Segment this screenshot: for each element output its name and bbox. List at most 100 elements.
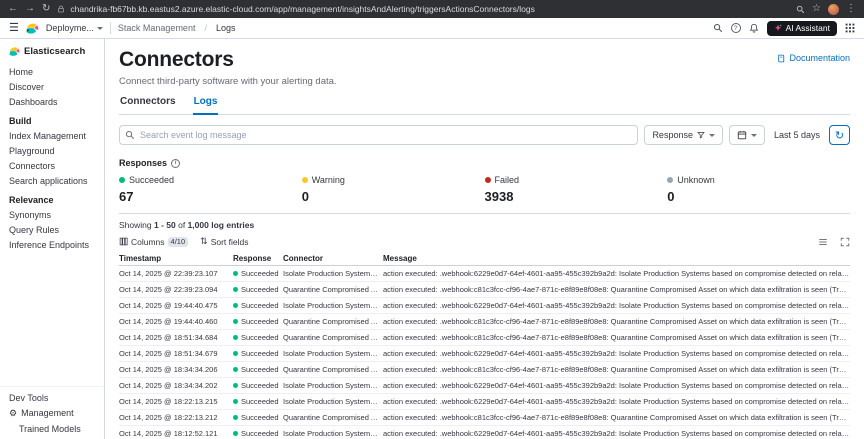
columns-count-badge: 4/10 xyxy=(167,236,189,247)
refresh-button[interactable]: ↻ xyxy=(829,125,850,145)
table-row[interactable]: Oct 14, 2025 @ 18:51:34.684 Succeeded Qu… xyxy=(119,330,850,346)
sidebar-item[interactable]: Home xyxy=(0,64,104,79)
cell-message: action executed: .webhook:6229e0d7-64ef-… xyxy=(383,429,850,438)
cell-response: Succeeded xyxy=(233,333,279,342)
search-icon[interactable] xyxy=(713,23,723,33)
search-input[interactable] xyxy=(119,125,639,145)
cell-message: action executed: .webhook:c81c3fcc-cf96-… xyxy=(383,317,850,326)
table-row[interactable]: Oct 14, 2025 @ 18:12:52.121 Succeeded Is… xyxy=(119,426,850,439)
sidebar-item[interactable]: Discover xyxy=(0,79,104,94)
status-dot xyxy=(301,177,308,183)
display-density-icon[interactable] xyxy=(818,237,828,247)
stat-value: 0 xyxy=(667,189,675,204)
full-screen-icon[interactable] xyxy=(840,237,850,247)
cell-timestamp: Oct 14, 2025 @ 18:22:13.215 xyxy=(119,397,218,406)
deployment-switcher[interactable]: Deployme... xyxy=(46,23,103,33)
stat-label: Failed xyxy=(494,175,520,185)
table-row[interactable]: Oct 14, 2025 @ 22:39:23.107 Succeeded Is… xyxy=(119,266,850,282)
chevron-down-icon xyxy=(96,26,103,30)
browser-menu-icon[interactable]: ⋮ xyxy=(846,4,856,14)
tab-connectors[interactable]: Connectors xyxy=(119,96,177,114)
col-header-connector[interactable]: Connector xyxy=(283,254,379,263)
table-row[interactable]: Oct 14, 2025 @ 18:34:34.202 Succeeded Is… xyxy=(119,378,850,394)
sidebar-item-dev-tools[interactable]: Dev Tools xyxy=(0,390,104,405)
sidebar-item[interactable]: Dashboards xyxy=(0,94,104,109)
date-picker-button[interactable] xyxy=(728,125,765,145)
screen: ← → ↻ chandrika-fb67bb.kb.eastus2.azure.… xyxy=(0,0,864,439)
table-row[interactable]: Oct 14, 2025 @ 18:34:34.206 Succeeded Qu… xyxy=(119,362,850,378)
sidebar-item[interactable]: Inference Endpoints xyxy=(0,237,104,252)
sidebar-footer: Dev Tools ⚙ Management Trained Models xyxy=(0,386,104,436)
chevron-down-icon xyxy=(750,133,757,137)
stat-value: 67 xyxy=(119,189,134,204)
elasticsearch-logo xyxy=(9,47,20,56)
sort-fields-button[interactable]: ⇅ Sort fields xyxy=(200,236,248,247)
cell-message: action executed: .webhook:6229e0d7-64ef-… xyxy=(383,397,850,406)
sidebar-item-trained-models[interactable]: Trained Models xyxy=(0,421,104,436)
breadcrumb-stack-management[interactable]: Stack Management xyxy=(118,23,196,33)
sort-icon: ⇅ xyxy=(200,236,208,246)
table-row[interactable]: Oct 14, 2025 @ 18:22:13.212 Succeeded Qu… xyxy=(119,410,850,426)
cell-connector: Quarantine Compromised Asset xyxy=(283,413,379,422)
filter-bar: Response Last 5 days ↻ xyxy=(119,125,850,145)
documentation-link[interactable]: Documentation xyxy=(777,53,850,63)
cell-response: Succeeded xyxy=(233,301,279,310)
bookmark-star-icon[interactable]: ☆ xyxy=(812,4,821,14)
cell-message: action executed: .webhook:6229e0d7-64ef-… xyxy=(383,269,850,278)
zoom-icon[interactable] xyxy=(796,5,805,14)
time-range-label[interactable]: Last 5 days xyxy=(771,130,823,140)
sidebar-item-management[interactable]: ⚙ Management xyxy=(0,405,104,421)
cell-message: action executed: .webhook:c81c3fcc-cf96-… xyxy=(383,413,850,422)
columns-button[interactable]: Columns 4/10 xyxy=(119,236,189,247)
cell-connector: Isolate Production Systems base xyxy=(283,301,379,310)
breadcrumb-current: Logs xyxy=(215,23,236,33)
nav-menu-icon[interactable]: ☰ xyxy=(9,22,19,34)
sidebar-app-title: Elasticsearch xyxy=(0,45,104,64)
sidebar-item[interactable]: Connectors xyxy=(0,158,104,173)
stat-label: Unknown xyxy=(677,175,715,185)
status-dot xyxy=(233,335,238,340)
filter-icon xyxy=(697,132,705,139)
sidebar-item[interactable]: Index Management xyxy=(0,128,104,143)
log-table-body: Oct 14, 2025 @ 22:39:23.107 Succeeded Is… xyxy=(119,266,850,439)
browser-forward-icon[interactable]: → xyxy=(25,4,35,14)
sidebar-item[interactable]: Query Rules xyxy=(0,222,104,237)
status-dot xyxy=(233,271,238,276)
table-row[interactable]: Oct 14, 2025 @ 19:44:40.460 Succeeded Qu… xyxy=(119,314,850,330)
browser-profile-avatar[interactable] xyxy=(828,3,839,15)
cell-connector: Quarantine Compromised Asset xyxy=(283,317,379,326)
col-header-response[interactable]: Response xyxy=(233,254,279,263)
browser-back-icon[interactable]: ← xyxy=(8,4,18,14)
sidebar-relevance-items: Synonyms Query Rules Inference Endpoints xyxy=(0,207,104,252)
response-filter-button[interactable]: Response xyxy=(644,125,723,145)
cell-timestamp: Oct 14, 2025 @ 18:51:34.679 xyxy=(119,349,218,358)
sidebar-primary-items: Home Discover Dashboards xyxy=(0,64,104,109)
help-icon[interactable]: ? xyxy=(730,23,741,33)
ai-assistant-button[interactable]: AI Assistant xyxy=(766,20,837,36)
notifications-icon[interactable] xyxy=(749,23,759,33)
browser-reload-icon[interactable]: ↻ xyxy=(42,4,50,14)
table-row[interactable]: Oct 14, 2025 @ 18:51:34.679 Succeeded Is… xyxy=(119,346,850,362)
sidebar-item[interactable]: Playground xyxy=(0,143,104,158)
col-header-message[interactable]: Message xyxy=(383,254,850,263)
table-row[interactable]: Oct 14, 2025 @ 18:22:13.215 Succeeded Is… xyxy=(119,394,850,410)
info-icon[interactable]: i xyxy=(171,158,181,168)
browser-toolbar: ← → ↻ chandrika-fb67bb.kb.eastus2.azure.… xyxy=(0,0,864,18)
apps-grid-icon[interactable] xyxy=(845,23,855,33)
table-row[interactable]: Oct 14, 2025 @ 19:44:40.475 Succeeded Is… xyxy=(119,298,850,314)
table-row[interactable]: Oct 14, 2025 @ 22:39:23.094 Succeeded Qu… xyxy=(119,282,850,298)
tabs: Connectors Logs xyxy=(119,96,850,115)
search-icon xyxy=(125,130,135,140)
address-bar[interactable]: chandrika-fb67bb.kb.eastus2.azure.elasti… xyxy=(57,4,789,14)
cell-connector: Isolate Production Systems base xyxy=(283,349,379,358)
cell-timestamp: Oct 14, 2025 @ 18:22:13.212 xyxy=(119,413,218,422)
tab-logs[interactable]: Logs xyxy=(192,96,219,115)
col-header-timestamp[interactable]: Timestamp xyxy=(119,254,229,263)
sidebar-item[interactable]: Search applications xyxy=(0,173,104,188)
status-dot xyxy=(233,383,238,388)
sidebar-item[interactable]: Synonyms xyxy=(0,207,104,222)
status-dot xyxy=(119,177,125,183)
grid-toolbar: Columns 4/10 ⇅ Sort fields xyxy=(119,236,850,247)
response-stat: Warning 0 xyxy=(301,175,485,204)
main-content: Connectors Documentation Connect third-p… xyxy=(105,39,864,439)
